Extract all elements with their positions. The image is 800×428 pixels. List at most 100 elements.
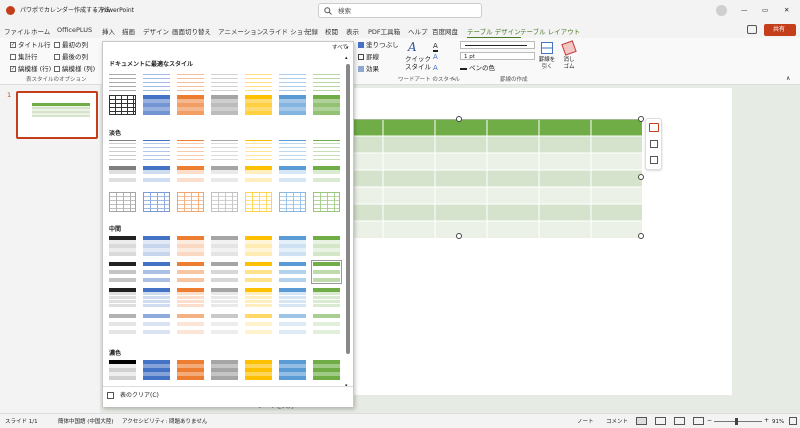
table-style-thumbnail[interactable] [245,95,272,115]
table-style-thumbnail[interactable] [211,140,238,160]
tab-help[interactable]: ヘルプ [408,26,428,36]
fit-to-window-icon[interactable] [789,417,797,425]
table-style-thumbnail[interactable] [143,71,170,91]
zoom-out-icon[interactable]: − [707,417,712,425]
table-style-thumbnail[interactable] [211,236,238,256]
tab-insert[interactable]: 挿入 [102,26,115,36]
table-style-thumbnail[interactable] [143,95,170,115]
table-style-thumbnail[interactable] [279,288,306,308]
table-style-thumbnail[interactable] [211,314,238,334]
tab-officeplus[interactable]: OfficePLUS [57,26,92,34]
opt-banded-columns[interactable]: 縞模様 (列) [54,65,95,73]
tab-pdf-tools[interactable]: PDF工具箱 [368,26,400,36]
status-accessibility[interactable]: アクセシビリティ: 問題ありません [122,418,207,426]
table-style-thumbnail[interactable] [211,95,238,115]
table-style-thumbnail[interactable] [279,140,306,160]
table-style-thumbnail[interactable] [109,360,136,380]
status-language[interactable]: 簡体中国語 (中国大陸) [58,418,114,426]
opt-first-column[interactable]: 最初の列 [54,41,88,49]
table-style-thumbnail[interactable] [143,140,170,160]
table-style-thumbnail[interactable] [279,192,306,212]
table-style-thumbnail[interactable] [211,192,238,212]
zoom-in-icon[interactable]: + [764,417,769,425]
table-style-thumbnail[interactable] [313,192,340,212]
table-style-thumbnail[interactable] [313,71,340,91]
tab-record[interactable]: 記録 [305,26,318,36]
slide-thumbnail[interactable] [16,91,98,139]
table-style-thumbnail[interactable] [177,262,204,282]
table-style-thumbnail[interactable] [245,166,272,186]
collapse-ribbon-icon[interactable]: ∧ [786,75,790,83]
clear-table-button[interactable]: 表のクリア(C) [106,390,196,402]
table-style-thumbnail[interactable] [109,95,136,115]
table-style-thumbnail[interactable] [177,314,204,334]
table-style-thumbnail[interactable] [245,314,272,334]
shading-button[interactable]: 塗りつぶし [358,41,399,49]
table-style-thumbnail[interactable] [109,166,136,186]
table-style-thumbnail[interactable] [245,192,272,212]
pen-style-dropdown[interactable] [460,41,535,49]
table-style-thumbnail[interactable] [211,360,238,380]
filter-dropdown-icon[interactable]: ▾ [346,44,349,52]
resize-handle[interactable] [638,233,644,239]
opt-last-column[interactable]: 最後の列 [54,53,88,61]
tab-animations[interactable]: アニメーション [218,26,263,36]
resize-handle[interactable] [456,116,462,122]
table-style-thumbnail[interactable] [211,262,238,282]
tab-table-design[interactable]: テーブル デザイン [467,26,521,38]
resize-handle[interactable] [638,116,644,122]
search-box[interactable]: 検索 [318,3,482,18]
table-style-thumbnail[interactable] [313,360,340,380]
tab-table-layout[interactable]: テーブル レイアウト [520,26,580,36]
table-style-thumbnail[interactable] [313,236,340,256]
text-fill-icon[interactable]: A [433,42,438,52]
table-style-thumbnail[interactable] [313,314,340,334]
pen-weight-dropdown[interactable]: 1 pt [460,52,535,60]
scroll-thumb[interactable] [346,64,350,354]
close-icon[interactable]: ✕ [784,6,789,14]
opt-banded-rows[interactable]: ✓ 縞模様 (行) [10,65,51,73]
gallery-scrollbar[interactable]: ▴ ▾ [345,54,351,390]
table-style-thumbnail[interactable] [143,166,170,186]
share-button[interactable]: 共有 [764,24,796,36]
table-style-thumbnail[interactable] [143,314,170,334]
tab-baidu[interactable]: 百度网盘 [432,26,458,36]
table-style-thumbnail[interactable] [177,360,204,380]
table-style-thumbnail[interactable] [245,236,272,256]
effect-button[interactable]: 効果 [358,65,379,73]
table-style-thumbnail[interactable] [313,95,340,115]
zoom-level[interactable]: 91% [772,418,784,426]
restore-icon[interactable]: ▭ [762,6,768,14]
table-style-thumbnail[interactable] [313,140,340,160]
table-style-thumbnail[interactable] [143,262,170,282]
tab-review[interactable]: 校閲 [325,26,338,36]
text-effect-icon[interactable]: A [433,64,438,72]
table-style-thumbnail[interactable] [177,95,204,115]
opt-header-row[interactable]: ✓ タイトル行 [10,41,51,49]
table-style-thumbnail[interactable] [109,71,136,91]
table-style-thumbnail[interactable] [143,288,170,308]
table-style-thumbnail[interactable] [279,71,306,91]
table-style-thumbnail[interactable] [245,262,272,282]
scroll-up-icon[interactable]: ▴ [345,54,348,62]
dialog-launcher-icon[interactable]: ↘ [451,76,455,82]
comment-icon[interactable] [747,25,757,34]
text-outline-icon[interactable]: A [433,53,438,61]
zoom-slider[interactable] [714,418,762,425]
table-style-quick-icon[interactable] [649,123,659,132]
table-style-thumbnail[interactable] [177,288,204,308]
eraser-button[interactable]: 消しゴム [560,40,578,74]
slide-table[interactable] [350,119,642,238]
pen-color-button[interactable]: ペンの色 [460,64,495,72]
table-style-thumbnail[interactable] [279,166,306,186]
table-style-thumbnail[interactable] [279,236,306,256]
table-style-thumbnail[interactable] [245,71,272,91]
table-style-thumbnail[interactable] [279,360,306,380]
status-notes-button[interactable]: ノート [577,418,594,426]
normal-view-icon[interactable] [636,417,647,425]
minimize-icon[interactable]: — [741,6,748,14]
account-avatar[interactable] [716,5,727,16]
quick-styles-button[interactable]: A クイック スタイル [402,40,431,72]
table-style-thumbnail[interactable] [313,166,340,186]
table-style-thumbnail[interactable] [177,166,204,186]
